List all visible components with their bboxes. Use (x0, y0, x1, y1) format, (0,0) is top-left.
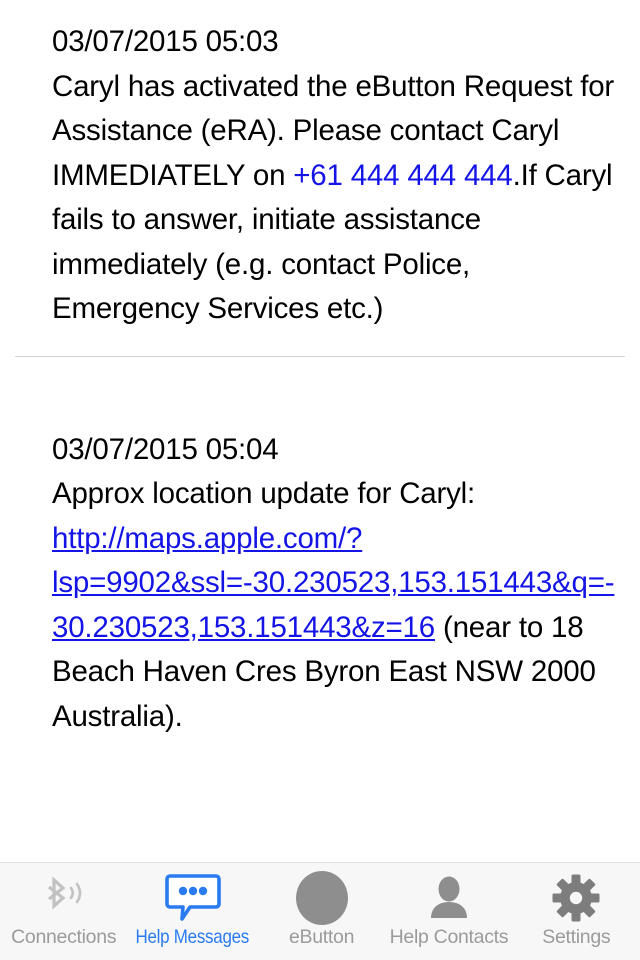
message-body: 03/07/2015 05:04 Approx location update … (52, 428, 622, 740)
tab-label: eButton (289, 926, 355, 948)
message-list[interactable]: 03/07/2015 05:03 Caryl has activated the… (0, 0, 640, 862)
tab-settings[interactable]: Settings (513, 863, 640, 960)
tab-help-contacts[interactable]: Help Contacts (385, 863, 512, 960)
phone-number-link[interactable]: +61 444 444 444 (293, 159, 512, 192)
tab-bar: Connections Help Messages eButton Help C… (0, 862, 640, 960)
message-item[interactable]: 03/07/2015 05:04 Approx location update … (0, 415, 640, 740)
message-timestamp: 03/07/2015 05:03 (52, 25, 279, 58)
tab-connections[interactable]: Connections (0, 863, 127, 960)
message-text-before-link: Approx location update for Caryl: (52, 477, 484, 510)
tab-label: Connections (11, 926, 117, 948)
tab-help-messages[interactable]: Help Messages (127, 863, 258, 960)
tab-label: Settings (542, 926, 611, 948)
speech-bubble-icon (164, 870, 222, 926)
tab-label: Help Messages (135, 926, 250, 948)
gear-icon (551, 870, 601, 926)
bluetooth-signal-icon (35, 870, 93, 926)
message-body: 03/07/2015 05:03 Caryl has activated the… (52, 20, 622, 332)
tab-label: Help Contacts (389, 926, 509, 948)
tab-ebutton[interactable]: eButton (258, 863, 385, 960)
message-timestamp: 03/07/2015 05:04 (52, 432, 279, 466)
person-icon (424, 870, 474, 926)
message-item[interactable]: 03/07/2015 05:03 Caryl has activated the… (0, 0, 640, 332)
filled-circle-icon (295, 870, 348, 926)
